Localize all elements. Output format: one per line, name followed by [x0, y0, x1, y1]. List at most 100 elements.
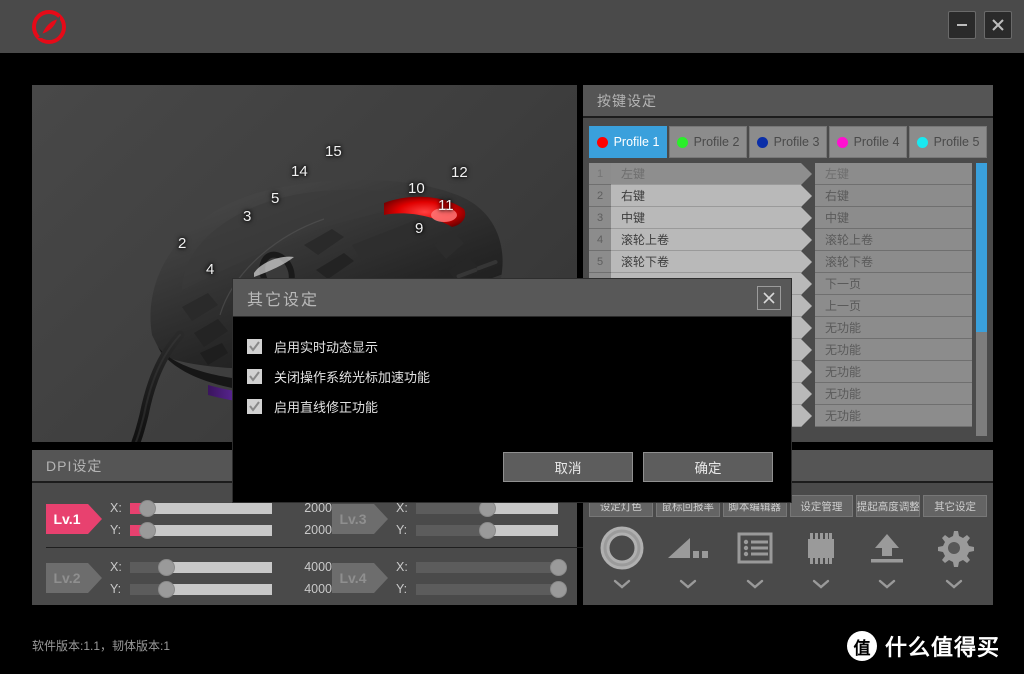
- dpi-y-slider[interactable]: [130, 580, 272, 598]
- dpi-slider-fill: [416, 583, 558, 595]
- key-binding-row[interactable]: 3 中键 中键: [589, 207, 972, 229]
- dialog-close-button[interactable]: [757, 285, 781, 310]
- chevron-down-icon[interactable]: [612, 578, 632, 590]
- dpi-x-slider[interactable]: [130, 499, 272, 517]
- dpi-slider-knob[interactable]: [157, 558, 175, 576]
- dialog-checkbox-label: 启用实时动态显示: [274, 339, 379, 355]
- version-text: 软件版本:1.1，韧体版本:1: [32, 639, 171, 653]
- minimize-button[interactable]: [948, 11, 976, 39]
- dpi-y-slider[interactable]: [416, 580, 567, 598]
- dialog-title: 其它设定: [247, 291, 320, 309]
- dpi-slider-knob[interactable]: [157, 580, 175, 598]
- key-row-name[interactable]: 左键: [611, 163, 812, 185]
- key-row-function[interactable]: 左键: [815, 163, 972, 185]
- dialog-checkbox-row-1[interactable]: 启用实时动态显示: [247, 331, 791, 361]
- key-row-index: 4: [589, 229, 611, 251]
- key-row-function[interactable]: 无功能: [815, 405, 972, 427]
- other-icon-cell-2[interactable]: [655, 526, 721, 590]
- profile-tab-5[interactable]: Profile 5: [909, 126, 987, 158]
- profile-tab-1[interactable]: Profile 1: [589, 126, 667, 158]
- other-icon-cell-1[interactable]: [589, 526, 655, 590]
- upload-arrow-icon[interactable]: [865, 526, 909, 570]
- chevron-down-icon[interactable]: [944, 578, 964, 590]
- dpi-y-slider[interactable]: [130, 521, 272, 539]
- close-button[interactable]: [984, 11, 1012, 39]
- chevron-down-icon[interactable]: [811, 578, 831, 590]
- other-icon-cell-4[interactable]: [788, 526, 854, 590]
- profile-tab-label: Profile 1: [613, 135, 660, 149]
- key-row-function[interactable]: 滚轮下卷: [815, 251, 972, 273]
- other-button-5[interactable]: 提起高度调整: [856, 495, 921, 517]
- dpi-level-badge[interactable]: Lv.4: [332, 563, 388, 593]
- other-icon-cell-6[interactable]: [921, 526, 987, 590]
- dpi-axis-label: X:: [110, 501, 122, 515]
- key-list-scrollbar[interactable]: [976, 163, 987, 436]
- profile-tab-2[interactable]: Profile 2: [669, 126, 747, 158]
- signal-bars-icon[interactable]: [666, 526, 710, 570]
- dialog-checkbox[interactable]: [247, 398, 262, 414]
- chevron-down-icon[interactable]: [745, 578, 765, 590]
- dpi-x-slider[interactable]: [416, 558, 567, 576]
- key-binding-row[interactable]: 4 滚轮上卷 滚轮上卷: [589, 229, 972, 251]
- dialog-checkbox-row-2[interactable]: 关闭操作系统光标加速功能: [247, 361, 791, 391]
- other-button-6[interactable]: 其它设定: [923, 495, 987, 517]
- key-row-name[interactable]: 右键: [611, 185, 812, 207]
- dpi-x-slider[interactable]: [416, 499, 558, 517]
- key-row-name[interactable]: 中键: [611, 207, 812, 229]
- other-icon-cell-3[interactable]: [722, 526, 788, 590]
- profile-color-dot-icon: [596, 136, 608, 148]
- key-row-function[interactable]: 下一页: [815, 273, 972, 295]
- chevron-down-icon[interactable]: [877, 578, 897, 590]
- chevron-down-icon[interactable]: [678, 578, 698, 590]
- dpi-slider-knob[interactable]: [550, 580, 567, 598]
- list-editor-icon[interactable]: [733, 526, 777, 570]
- dialog-checkbox[interactable]: [247, 338, 262, 354]
- status-bar: 软件版本:1.1，韧体版本:1 值 什么值得买: [0, 621, 1024, 674]
- gear-icon[interactable]: [932, 526, 976, 570]
- key-binding-row[interactable]: 1 左键 左键: [589, 163, 972, 185]
- key-row-name[interactable]: 滚轮下卷: [611, 251, 812, 273]
- dpi-y-slider[interactable]: [416, 521, 558, 539]
- dpi-axis-label: X:: [110, 560, 122, 574]
- dialog-cancel-button[interactable]: 取消: [503, 452, 633, 482]
- profile-tab-label: Profile 2: [693, 135, 740, 149]
- dpi-axis-label: X:: [396, 501, 408, 515]
- dpi-column-left: Lv.1 X: 2000 Y: 2000 Lv.2 X: 4000 Y: 4000: [46, 493, 332, 604]
- dpi-slider-knob[interactable]: [550, 558, 567, 576]
- profile-color-dot-icon: [756, 136, 768, 148]
- key-row-function[interactable]: 无功能: [815, 383, 972, 405]
- key-row-function[interactable]: 无功能: [815, 361, 972, 383]
- key-row-name[interactable]: 滚轮上卷: [611, 229, 812, 251]
- ring-light-icon[interactable]: [600, 526, 644, 570]
- dialog-checkbox-list: 启用实时动态显示关闭操作系统光标加速功能 启用直线修正功能: [233, 317, 791, 421]
- dialog-checkbox[interactable]: [247, 368, 262, 384]
- dpi-y-value: 2000: [304, 523, 332, 537]
- profile-tab-4[interactable]: Profile 4: [829, 126, 907, 158]
- dpi-axis-group: X: 4000 Y: 4000: [110, 556, 332, 600]
- dialog-checkbox-row-3[interactable]: 启用直线修正功能: [247, 391, 791, 421]
- key-settings-header: 按键设定: [583, 85, 993, 118]
- key-row-function[interactable]: 上一页: [815, 295, 972, 317]
- watermark-badge-icon: 值: [846, 631, 877, 661]
- key-row-function[interactable]: 无功能: [815, 339, 972, 361]
- dpi-slider-knob[interactable]: [139, 499, 157, 517]
- chip-icon[interactable]: [799, 526, 843, 570]
- key-row-function[interactable]: 右键: [815, 185, 972, 207]
- key-list-scrollbar-thumb[interactable]: [976, 163, 987, 333]
- dpi-x-slider[interactable]: [130, 558, 272, 576]
- key-row-function[interactable]: 滚轮上卷: [815, 229, 972, 251]
- profile-tab-3[interactable]: Profile 3: [749, 126, 827, 158]
- key-binding-row[interactable]: 2 右键 右键: [589, 185, 972, 207]
- other-button-4[interactable]: 设定管理: [789, 495, 854, 517]
- key-row-function[interactable]: 无功能: [815, 317, 972, 339]
- dpi-level-badge[interactable]: Lv.2: [46, 563, 102, 593]
- dpi-level-badge[interactable]: Lv.1: [46, 504, 102, 534]
- key-row-function[interactable]: 中键: [815, 207, 972, 229]
- dialog-confirm-button[interactable]: 确定: [643, 452, 773, 482]
- other-icon-cell-5[interactable]: [854, 526, 920, 590]
- key-row-index: 3: [589, 207, 611, 229]
- dpi-level-badge[interactable]: Lv.3: [332, 504, 388, 534]
- dpi-slider-knob[interactable]: [139, 521, 157, 539]
- dpi-slider-knob[interactable]: [479, 521, 496, 539]
- key-binding-row[interactable]: 5 滚轮下卷 滚轮下卷: [589, 251, 972, 273]
